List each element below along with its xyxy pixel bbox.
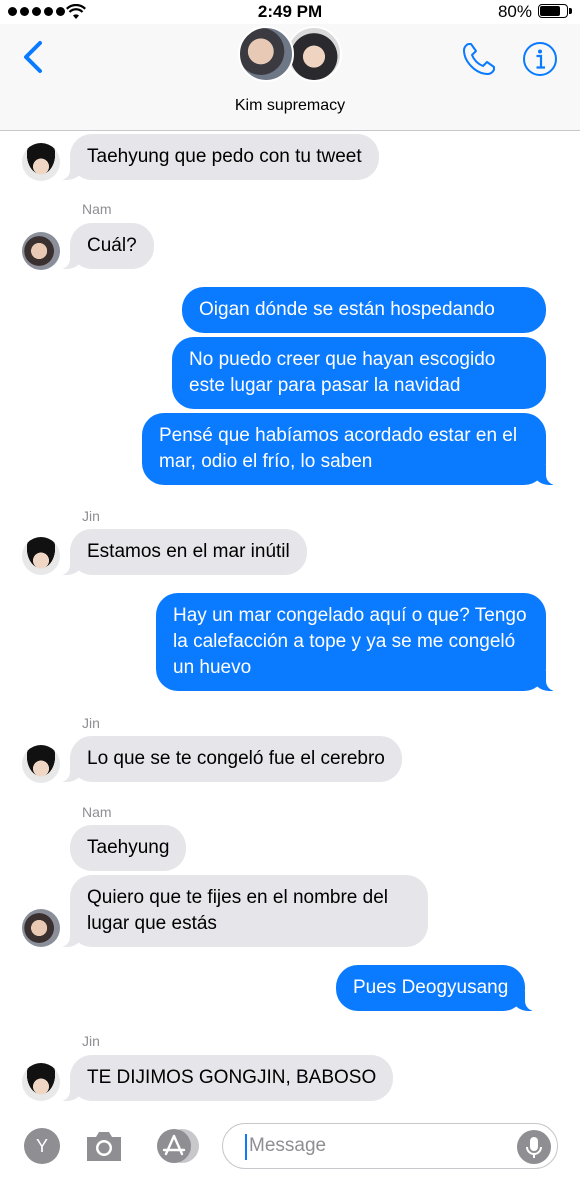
message-thread[interactable]: Taehyung que pedo con tu tweet Nam Cuál?… — [0, 131, 580, 1106]
microphone-button[interactable] — [517, 1130, 551, 1164]
outgoing-message[interactable]: Oigan dónde se están hospedando — [182, 287, 546, 333]
camera-icon[interactable] — [84, 1128, 124, 1164]
battery-icon — [538, 4, 572, 18]
incoming-message[interactable]: Cuál? — [60, 223, 154, 269]
battery-percentage: 80% — [497, 2, 532, 21]
app-store-icon[interactable] — [152, 1128, 200, 1164]
avatar — [22, 232, 60, 270]
avatar — [22, 745, 60, 783]
avatar — [22, 1063, 60, 1101]
avatar — [22, 909, 60, 947]
incoming-message[interactable]: TE DIJIMOS GONGJIN, BABOSO — [59, 1055, 394, 1101]
sender-name: Jin — [82, 508, 100, 524]
text-cursor — [245, 1134, 247, 1160]
avatar — [238, 26, 294, 82]
outgoing-message[interactable]: Pensé que habíamos acordado estar en el … — [142, 413, 556, 485]
incoming-message[interactable]: Estamos en el mar inútil — [60, 529, 307, 575]
conversation-title[interactable]: Kim supremacy — [0, 97, 580, 115]
avatar — [286, 26, 342, 82]
status-time: 2:49 PM — [257, 2, 323, 21]
phone-icon[interactable] — [460, 40, 498, 78]
outgoing-message[interactable]: Hay un mar congelado aquí o que? Tengo l… — [156, 593, 556, 691]
sender-name: Jin — [82, 1033, 100, 1049]
sender-name: Jin — [82, 715, 100, 731]
message-field[interactable] — [222, 1123, 558, 1169]
avatar — [22, 143, 60, 181]
incoming-message[interactable]: Quiero que te fijes en el nombre del lug… — [60, 875, 428, 947]
group-avatar[interactable] — [238, 26, 348, 86]
app-drawer-button[interactable]: Y — [24, 1128, 60, 1164]
compose-bar: Y — [0, 1108, 580, 1200]
avatar — [22, 537, 60, 575]
back-chevron-icon[interactable] — [18, 40, 48, 74]
incoming-message[interactable]: Taehyung — [70, 825, 187, 871]
info-icon[interactable] — [522, 41, 558, 77]
outgoing-message[interactable]: No puedo creer que hayan escogido este l… — [172, 337, 546, 409]
incoming-message[interactable]: Taehyung que pedo con tu tweet — [60, 134, 379, 180]
incoming-message[interactable]: Lo que se te congeló fue el cerebro — [60, 736, 402, 782]
microphone-icon — [526, 1137, 542, 1158]
sender-name: Nam — [82, 201, 112, 217]
message-input[interactable] — [249, 1130, 509, 1162]
status-bar: 2:49 PM 80% — [0, 0, 580, 24]
outgoing-message[interactable]: Pues Deogyusang — [336, 965, 536, 1011]
conversation-header: Kim supremacy — [0, 24, 580, 131]
sender-name: Nam — [82, 804, 112, 820]
